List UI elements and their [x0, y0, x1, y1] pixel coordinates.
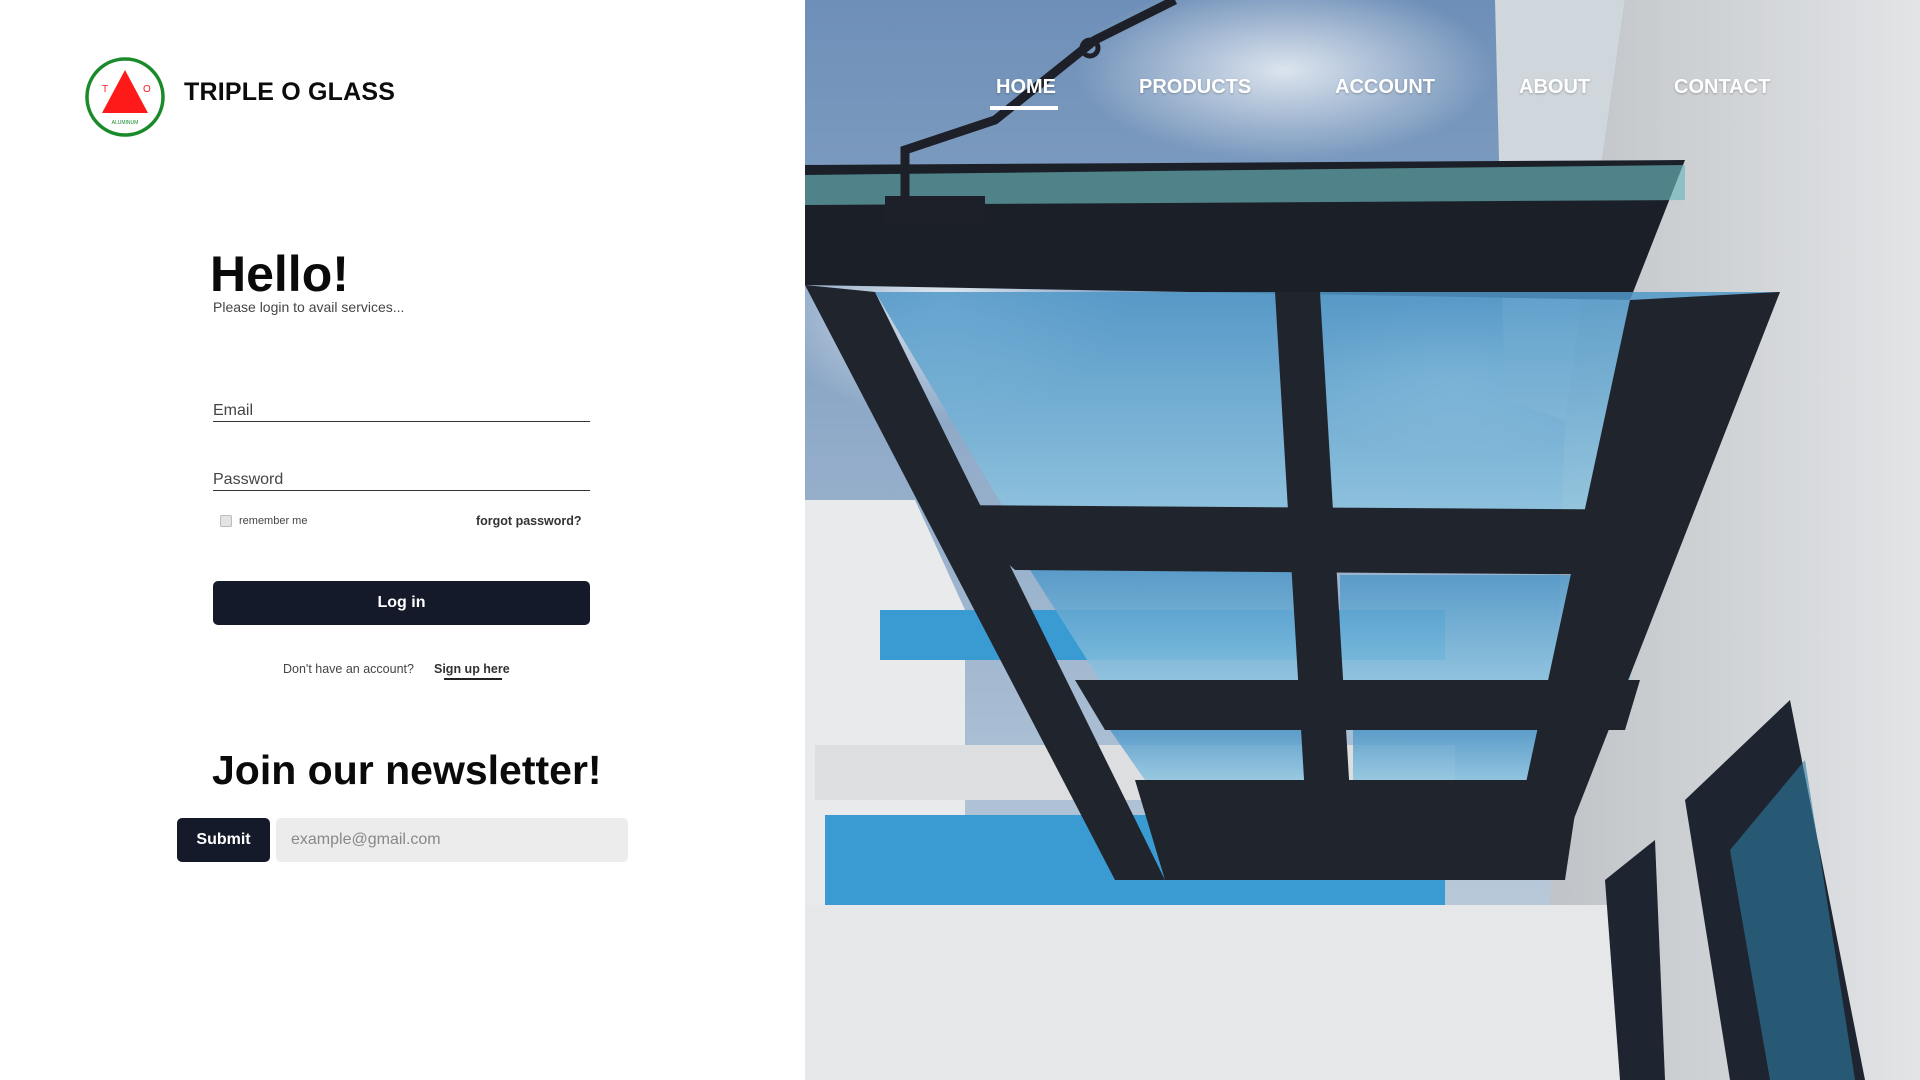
nav-item-about[interactable]: ABOUT: [1519, 76, 1590, 99]
main-navigation: HOME PRODUCTS ACCOUNT ABOUT CONTACT: [805, 76, 1920, 116]
nav-item-contact[interactable]: CONTACT: [1674, 76, 1770, 99]
remember-me-checkbox[interactable]: [220, 515, 232, 527]
brand-logo[interactable]: T O ALUMINUM: [84, 56, 166, 138]
logo-letter-right: O: [143, 84, 151, 95]
brand-name: TRIPLE O GLASS: [184, 78, 396, 106]
hero-image-panel: HOME PRODUCTS ACCOUNT ABOUT CONTACT: [805, 0, 1920, 1080]
nav-active-indicator: [990, 106, 1058, 110]
glass-canopy-photo: [805, 0, 1920, 1080]
nav-item-home[interactable]: HOME: [996, 76, 1056, 99]
page-title: Hello!: [210, 246, 349, 302]
page-subtitle: Please login to avail services...: [213, 299, 405, 315]
remember-me-row: remember me: [220, 515, 307, 527]
logo-letter-bottom: ALUMINUM: [112, 120, 139, 126]
no-account-text: Don't have an account?: [283, 662, 414, 676]
password-field[interactable]: [213, 461, 590, 490]
email-field-wrapper: [213, 392, 590, 422]
newsletter-email-input[interactable]: [276, 818, 628, 862]
nav-item-account[interactable]: ACCOUNT: [1335, 76, 1435, 99]
password-field-wrapper: [213, 461, 590, 491]
signup-link-underline: [444, 678, 502, 680]
login-button[interactable]: Log in: [213, 581, 590, 625]
signup-link[interactable]: Sign up here: [434, 662, 510, 676]
email-field[interactable]: [213, 392, 590, 421]
forgot-password-link[interactable]: forgot password?: [476, 514, 582, 528]
remember-me-label: remember me: [239, 515, 308, 527]
newsletter-submit-button[interactable]: Submit: [177, 818, 270, 862]
logo-letter-left: T: [102, 84, 108, 95]
newsletter-title: Join our newsletter!: [212, 747, 602, 793]
login-panel: T O ALUMINUM TRIPLE O GLASS Hello! Pleas…: [0, 0, 805, 1080]
nav-item-products[interactable]: PRODUCTS: [1139, 76, 1251, 99]
